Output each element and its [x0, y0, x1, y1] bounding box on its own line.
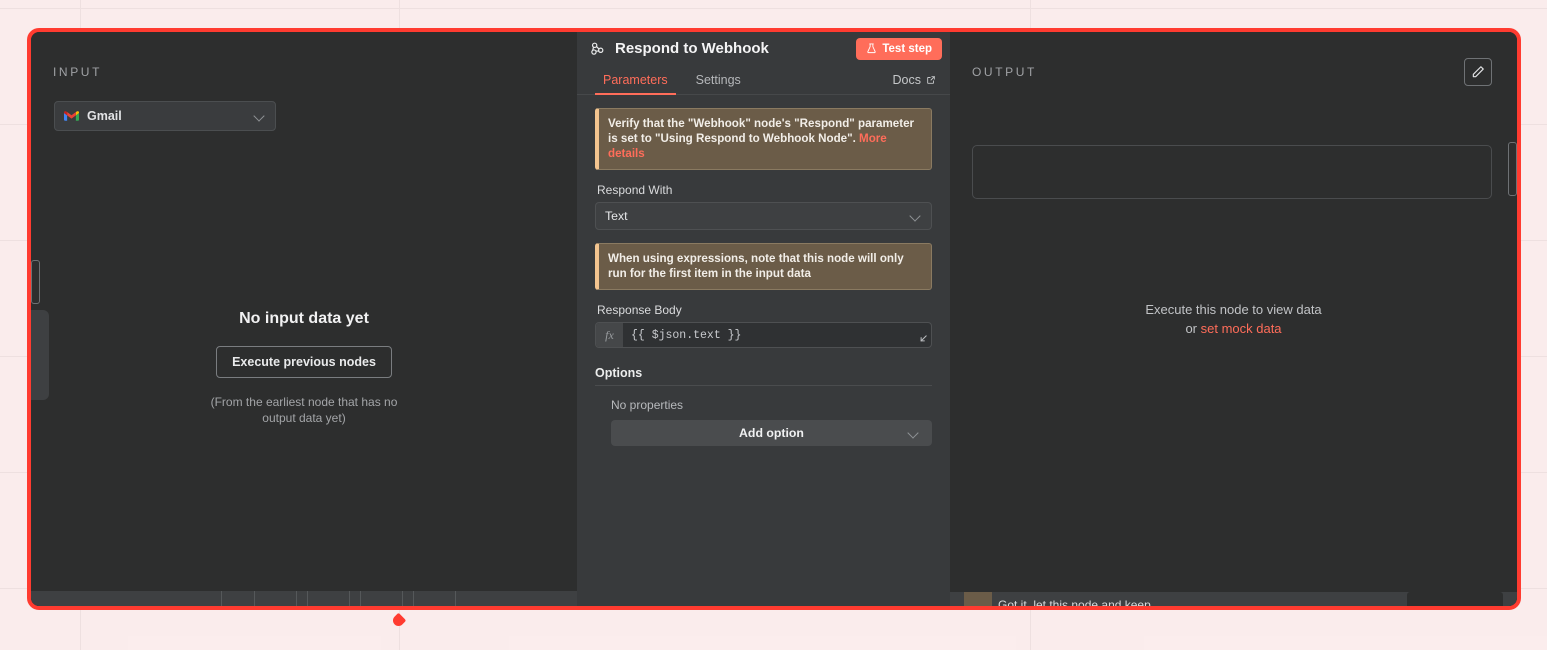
input-source-select[interactable]: Gmail [54, 101, 276, 131]
output-placeholder-box [972, 145, 1492, 199]
output-panel: OUTPUT Execute this node to view data or… [950, 32, 1517, 606]
flask-icon [866, 43, 877, 54]
parameters-body: Verify that the "Webhook" node's "Respon… [577, 95, 950, 606]
input-source-label: Gmail [87, 109, 255, 123]
output-empty-state: Execute this node to view data or set mo… [950, 32, 1517, 606]
input-panel: INPUT Gmail No input data yet Execute pr… [31, 32, 577, 606]
test-step-button[interactable]: Test step [856, 38, 942, 60]
input-bottom-ruler [31, 591, 577, 606]
add-option-button[interactable]: Add option [611, 420, 932, 446]
tab-parameters[interactable]: Parameters [589, 65, 682, 94]
chevron-down-icon [255, 111, 266, 122]
response-body-label: Response Body [597, 303, 932, 317]
expand-icon[interactable] [915, 332, 930, 347]
output-bottom-bar: Got it, let this node and keep… [950, 592, 1517, 606]
edit-output-button[interactable] [1464, 58, 1492, 86]
docs-label: Docs [893, 73, 921, 87]
chevron-down-icon [909, 428, 920, 439]
docs-link[interactable]: Docs [893, 65, 938, 94]
output-empty-line2: or set mock data [1185, 319, 1281, 338]
notice-respond-parameter: Verify that the "Webhook" node's "Respon… [595, 108, 932, 170]
test-step-label: Test step [882, 43, 932, 55]
input-panel-collapse-tab[interactable] [31, 310, 49, 400]
output-bottom-swatch [964, 592, 992, 606]
output-empty-or: or [1185, 321, 1200, 336]
options-section-title: Options [595, 366, 932, 386]
input-connection-handle[interactable] [31, 260, 40, 304]
notice-expressions: When using expressions, note that this n… [595, 243, 932, 290]
no-properties-text: No properties [611, 398, 932, 412]
node-detail-view: INPUT Gmail No input data yet Execute pr… [27, 28, 1521, 610]
output-panel-title: OUTPUT [972, 65, 1037, 79]
node-title: Respond to Webhook [615, 40, 856, 57]
notice-2-text: When using expressions, note that this n… [608, 252, 904, 280]
chevron-down-icon [911, 211, 922, 222]
execute-previous-nodes-button[interactable]: Execute previous nodes [216, 346, 392, 378]
expression-toggle-button[interactable]: fx [596, 323, 623, 347]
respond-with-label: Respond With [597, 183, 932, 197]
external-link-icon [926, 75, 936, 85]
webhook-icon [589, 40, 606, 57]
gmail-icon [64, 110, 79, 122]
input-empty-heading: No input data yet [31, 310, 577, 328]
output-bottom-cut-text: Got it, let this node and keep… [998, 598, 1163, 606]
response-body-input[interactable]: {{ $json.text }} [623, 323, 931, 347]
output-connection-handle[interactable] [1508, 142, 1517, 196]
input-empty-state: No input data yet Execute previous nodes… [31, 310, 577, 426]
tab-settings[interactable]: Settings [682, 65, 755, 94]
respond-with-select[interactable]: Text [595, 202, 932, 230]
add-option-label: Add option [739, 426, 804, 440]
respond-with-value: Text [605, 209, 911, 223]
node-header: Respond to Webhook Test step [577, 32, 950, 65]
parameter-tabs: Parameters Settings Docs [577, 65, 950, 95]
node-parameters-panel: Respond to Webhook Test step Parameters … [577, 32, 950, 606]
input-empty-hint: (From the earliest node that has no outp… [204, 394, 404, 426]
input-panel-title: INPUT [53, 65, 102, 79]
pencil-icon [1471, 65, 1485, 79]
output-empty-line1: Execute this node to view data [1145, 300, 1321, 319]
response-body-field[interactable]: fx {{ $json.text }} [595, 322, 932, 348]
set-mock-data-link[interactable]: set mock data [1201, 321, 1282, 336]
output-bottom-chip[interactable] [1407, 592, 1503, 606]
